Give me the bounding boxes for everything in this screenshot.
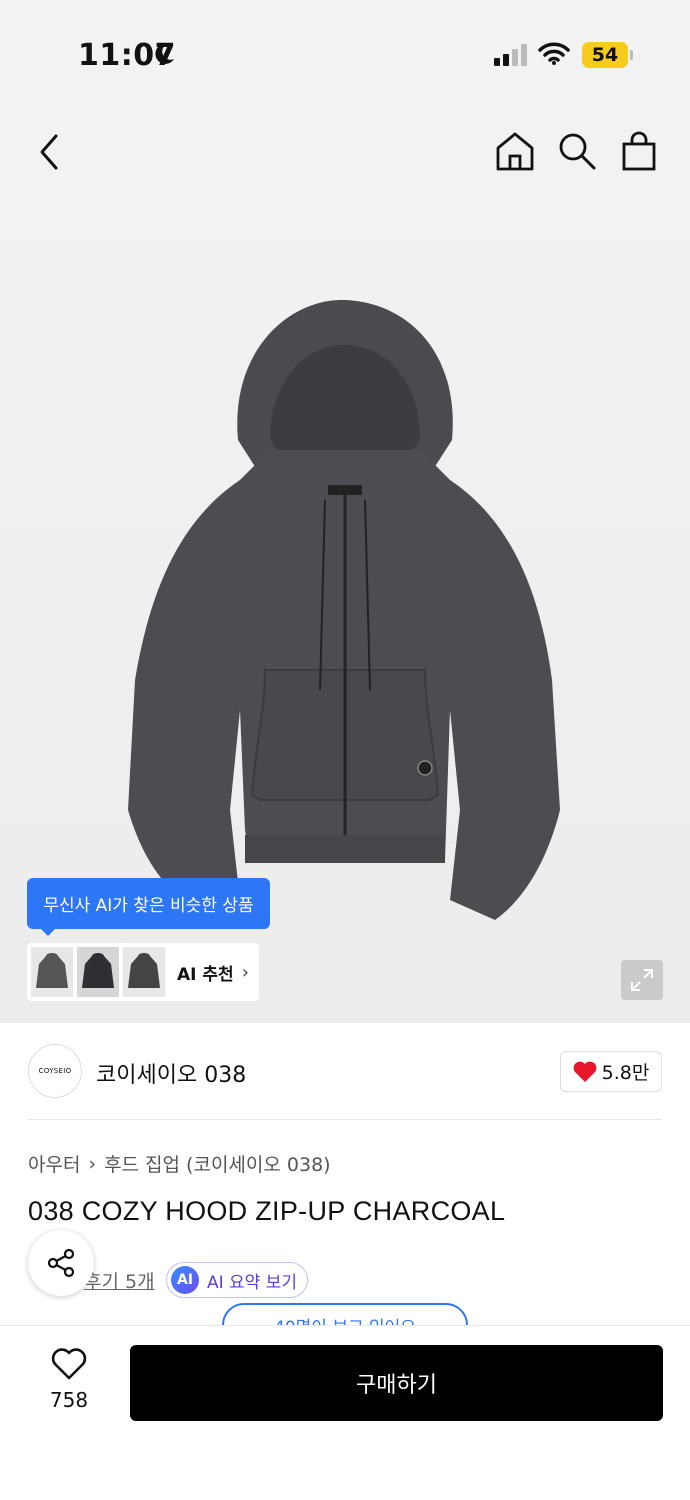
battery-tip bbox=[630, 50, 633, 60]
back-icon[interactable] bbox=[30, 130, 70, 174]
home-icon[interactable] bbox=[494, 130, 536, 172]
wishlist-button[interactable]: 758 bbox=[34, 1348, 104, 1412]
breadcrumb: 아우터 › 후드 집업 (코이세이오 038) bbox=[28, 1150, 331, 1177]
tooltip-arrow bbox=[40, 928, 56, 936]
brand-name[interactable]: 코이세이오 038 bbox=[96, 1057, 246, 1089]
share-button[interactable] bbox=[28, 1230, 94, 1296]
ai-summary-button[interactable]: AI AI 요약 보기 bbox=[166, 1262, 308, 1298]
brand-like-count: 5.8만 bbox=[601, 1062, 650, 1084]
similar-thumb[interactable] bbox=[123, 947, 165, 997]
ai-recommend-label: AI 추천 bbox=[177, 964, 234, 985]
similar-thumb[interactable] bbox=[31, 947, 73, 997]
ai-summary-label: AI 요약 보기 bbox=[207, 1272, 298, 1293]
divider bbox=[28, 1119, 662, 1120]
ai-similar-tooltip: 무신사 AI가 찾은 비슷한 상품 bbox=[27, 878, 270, 929]
buy-button[interactable]: 구매하기 bbox=[130, 1345, 663, 1421]
battery-indicator: 54 bbox=[582, 42, 628, 68]
expand-icon bbox=[631, 969, 653, 991]
product-title: 038 COZY HOOD ZIP-UP CHARCOAL bbox=[28, 1196, 506, 1226]
status-bar: 11:07 54 bbox=[0, 0, 690, 110]
wifi-icon bbox=[538, 42, 570, 65]
cart-icon[interactable] bbox=[618, 130, 660, 172]
breadcrumb-subcategory[interactable]: 후드 집업 (코이세이오 038) bbox=[104, 1150, 331, 1177]
chevron-right-icon: › bbox=[88, 1152, 97, 1175]
brand-logo[interactable]: COYSEIO bbox=[28, 1044, 82, 1098]
ai-badge: AI bbox=[171, 1266, 199, 1294]
wishlist-count: 758 bbox=[49, 1388, 89, 1412]
share-icon bbox=[47, 1248, 75, 1278]
brand-like-button[interactable]: 5.8만 bbox=[560, 1051, 662, 1092]
ai-recommend-button[interactable]: AI 추천 › bbox=[27, 943, 259, 1001]
search-icon[interactable] bbox=[556, 130, 598, 172]
moon-icon bbox=[155, 43, 174, 64]
similar-thumb[interactable] bbox=[77, 947, 119, 997]
expand-image-button[interactable] bbox=[621, 960, 663, 1000]
signal-icon bbox=[494, 44, 527, 66]
heart-outline-icon bbox=[51, 1348, 87, 1380]
chevron-right-icon: › bbox=[241, 961, 249, 983]
heart-icon bbox=[573, 1061, 597, 1082]
breadcrumb-category[interactable]: 아우터 bbox=[28, 1150, 80, 1177]
product-image[interactable] bbox=[120, 290, 570, 930]
review-link[interactable]: 후기 5개 bbox=[84, 1267, 155, 1294]
